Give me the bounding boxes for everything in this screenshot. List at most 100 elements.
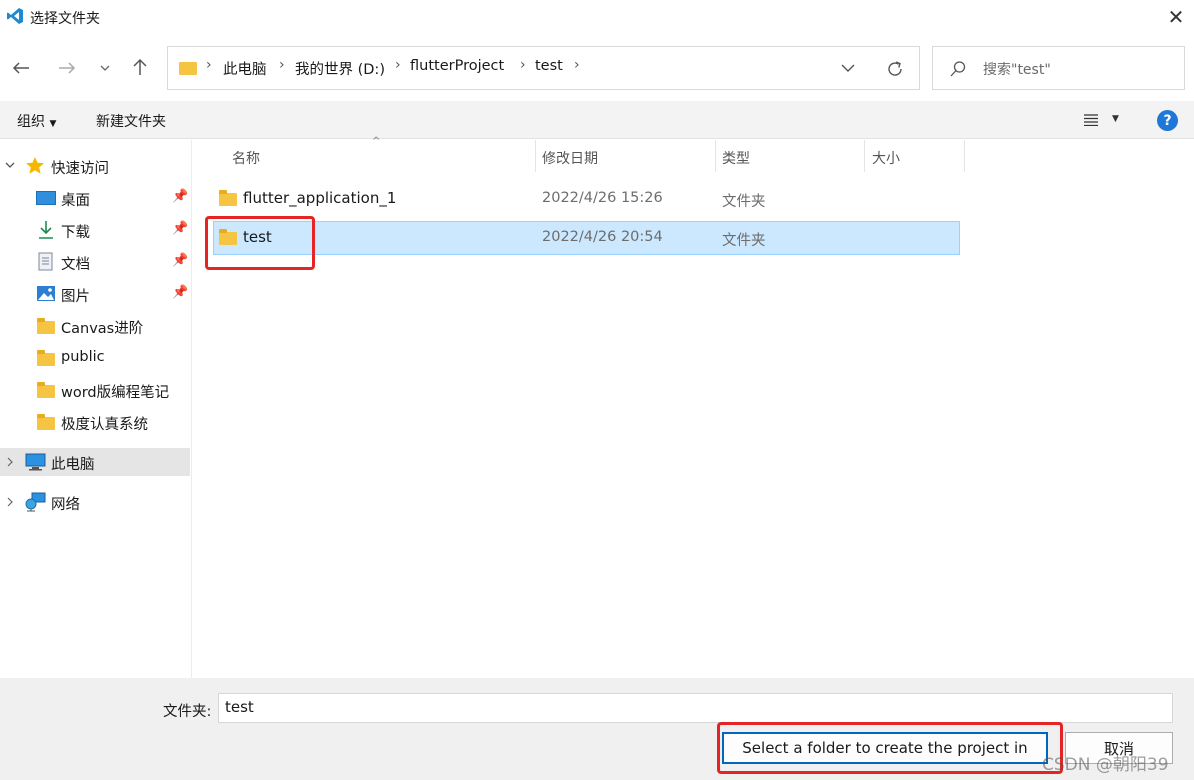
star-icon <box>26 157 44 174</box>
close-icon: ✕ <box>1167 5 1185 29</box>
sidebar-item-label: 桌面 <box>61 193 90 209</box>
expand-chevron-icon[interactable] <box>7 497 14 507</box>
highlight-box-select-button <box>717 722 1063 774</box>
search-box[interactable]: 搜索"test" <box>932 46 1185 90</box>
dropdown-arrow-icon: ▼ <box>49 119 57 129</box>
arrow-right-icon <box>59 62 76 74</box>
sidebar-item-downloads[interactable]: 下载 📌 <box>0 216 190 244</box>
breadcrumb-test[interactable]: test <box>535 58 563 74</box>
sidebar-item-quick-access[interactable]: 快速访问 <box>0 152 190 180</box>
arrow-left-icon <box>12 62 29 74</box>
close-button[interactable]: ✕ <box>1158 0 1194 34</box>
window-title: 选择文件夹 <box>30 11 100 27</box>
chevron-right-icon: › <box>574 57 580 73</box>
column-header-type[interactable]: 类型 <box>722 148 750 180</box>
folder-icon <box>219 190 237 206</box>
address-history-chevron-icon[interactable] <box>841 64 855 72</box>
chevron-down-icon <box>100 65 110 71</box>
view-options-icon[interactable] <box>1084 114 1098 126</box>
sidebar-item-public[interactable]: public <box>0 344 190 372</box>
pin-icon[interactable]: 📌 <box>172 253 188 268</box>
column-header-label: 名称 <box>232 151 260 167</box>
chevron-right-icon: › <box>206 57 212 73</box>
sidebar-item-label: Canvas进阶 <box>61 321 144 337</box>
breadcrumb-this-pc[interactable]: 此电脑 <box>223 58 267 79</box>
breadcrumb-flutterproject[interactable]: flutterProject <box>410 58 504 74</box>
breadcrumb-drive-d[interactable]: 我的世界 (D:) <box>295 58 385 79</box>
file-modified: 2022/4/26 20:54 <box>542 229 663 245</box>
column-header-label: 大小 <box>872 151 900 167</box>
address-bar[interactable]: › 此电脑 › 我的世界 (D:) › flutterProject › tes… <box>167 46 920 90</box>
file-row-flutter-application[interactable]: flutter_application_1 2022/4/26 15:26 文件… <box>213 182 960 216</box>
pin-icon[interactable]: 📌 <box>172 221 188 236</box>
column-divider[interactable] <box>535 140 536 172</box>
vscode-icon <box>7 8 23 24</box>
sidebar-item-label: 此电脑 <box>51 457 95 473</box>
command-bar: 组织 ▼ 新建文件夹 ▼ ? <box>0 101 1194 139</box>
sidebar-item-label: word版编程笔记 <box>61 385 170 401</box>
help-icon: ? <box>1163 112 1172 129</box>
chevron-right-icon: › <box>520 57 526 73</box>
arrow-up-icon <box>133 58 147 75</box>
up-button[interactable] <box>126 53 154 81</box>
folder-icon <box>37 382 55 398</box>
folder-icon <box>37 350 55 366</box>
folder-icon <box>37 318 55 334</box>
column-divider[interactable] <box>864 140 865 172</box>
file-type: 文件夹 <box>722 194 766 210</box>
pictures-icon <box>37 286 55 301</box>
column-header-label: 类型 <box>722 151 750 167</box>
pin-icon[interactable]: 📌 <box>172 189 188 204</box>
expand-chevron-icon[interactable] <box>7 457 14 467</box>
download-icon <box>39 221 53 239</box>
pin-icon[interactable]: 📌 <box>172 285 188 300</box>
column-header-modified[interactable]: 修改日期 <box>542 148 598 180</box>
sidebar-item-pictures[interactable]: 图片 📌 <box>0 280 190 308</box>
sidebar-item-label: 网络 <box>51 497 80 513</box>
sidebar-item-word-notes[interactable]: word版编程笔记 <box>0 376 190 404</box>
sidebar-item-label: 下载 <box>61 225 90 241</box>
view-dropdown-arrow-icon[interactable]: ▼ <box>1112 114 1119 124</box>
file-modified: 2022/4/26 15:26 <box>542 190 663 206</box>
sort-up-icon: ^ <box>372 136 381 147</box>
sidebar-item-canvas[interactable]: Canvas进阶 <box>0 312 190 340</box>
file-row-test[interactable]: test 2022/4/26 20:54 文件夹 <box>213 221 960 255</box>
organize-button[interactable]: 组织 ▼ <box>17 111 56 131</box>
refresh-icon[interactable] <box>886 60 904 78</box>
sidebar-item-desktop[interactable]: 桌面 📌 <box>0 184 190 212</box>
folder-field-label: 文件夹: <box>163 704 212 720</box>
sidebar-item-documents[interactable]: 文档 📌 <box>0 248 190 276</box>
sidebar-item-this-pc[interactable]: 此电脑 <box>0 448 190 476</box>
expand-chevron-icon[interactable] <box>5 162 15 169</box>
folder-name-value: test <box>225 698 254 716</box>
help-button[interactable]: ? <box>1157 110 1178 131</box>
column-divider[interactable] <box>715 140 716 172</box>
sidebar-item-system[interactable]: 极度认真系统 <box>0 408 190 436</box>
column-header-size[interactable]: 大小 <box>872 148 900 180</box>
folder-icon <box>179 62 197 75</box>
sidebar-item-label: 图片 <box>61 289 90 305</box>
file-name: flutter_application_1 <box>243 189 397 207</box>
sidebar-item-label: 极度认真系统 <box>61 417 148 433</box>
watermark: CSDN @朝阳39 <box>1042 755 1169 775</box>
folder-icon <box>37 414 55 430</box>
sidebar-item-label: 快速访问 <box>51 161 109 177</box>
column-divider[interactable] <box>964 140 965 172</box>
sidebar-item-label: 文档 <box>61 257 90 273</box>
desktop-icon <box>36 191 56 205</box>
chevron-right-icon: › <box>279 57 285 73</box>
new-folder-button[interactable]: 新建文件夹 <box>96 111 166 131</box>
organize-label: 组织 <box>17 114 45 130</box>
file-type: 文件夹 <box>722 233 766 249</box>
search-icon <box>950 61 966 77</box>
search-input[interactable]: 搜索"test" <box>983 59 1051 79</box>
network-icon <box>25 492 46 512</box>
recent-locations-button[interactable] <box>91 54 119 82</box>
forward-button[interactable] <box>53 54 81 82</box>
highlight-box-test-row <box>205 216 315 270</box>
folder-name-field[interactable]: test <box>218 693 1173 723</box>
sidebar-item-network[interactable]: 网络 <box>0 488 190 516</box>
title-bar: 选择文件夹 ✕ <box>0 0 1194 34</box>
back-button[interactable] <box>7 54 35 82</box>
column-header-name[interactable]: 名称 <box>232 148 260 180</box>
